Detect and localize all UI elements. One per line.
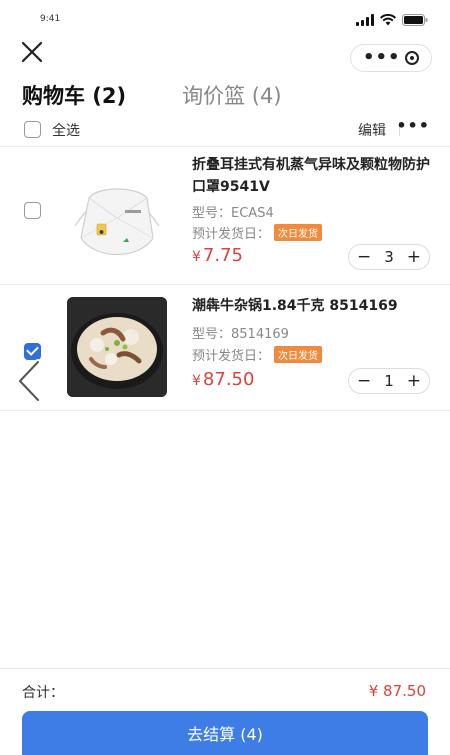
currency-symbol: ¥	[192, 249, 201, 265]
next-day-badge: 次日发货	[274, 224, 323, 241]
ship-date-label: 预计发货日：	[192, 227, 271, 242]
item-price: ¥87.50	[192, 369, 254, 390]
decrease-button[interactable]: −	[357, 247, 371, 267]
ship-date-label: 预计发货日：	[192, 349, 271, 364]
tab-inquiry-basket[interactable]: 询价篮 (4)	[182, 80, 281, 110]
quantity-value[interactable]: 3	[384, 248, 394, 266]
quantity-value[interactable]: 1	[384, 372, 394, 390]
select-all-label[interactable]: 全选	[52, 120, 80, 140]
close-target-icon[interactable]	[405, 51, 419, 65]
currency-symbol: ¥	[192, 373, 201, 389]
model-label: 型号：	[192, 206, 232, 221]
quantity-stepper: − 3 +	[348, 244, 430, 270]
mini-program-capsule: •••	[350, 44, 432, 72]
total-amount: ¥ 87.50	[368, 682, 426, 700]
item-price: ¥7.75	[192, 245, 243, 266]
increase-button[interactable]: +	[407, 247, 421, 267]
model-value: ECAS4	[231, 206, 274, 221]
more-menu-icon[interactable]: •••	[363, 49, 401, 67]
model-label: 型号：	[192, 327, 232, 342]
more-options-icon[interactable]: •••	[396, 116, 430, 135]
item-ship-date: 预计发货日： 次日发货	[192, 345, 323, 364]
model-value: 8514169	[231, 327, 289, 342]
item-title[interactable]: 潮犇牛杂锅1.84千克 8514169	[192, 295, 437, 317]
select-all-checkbox[interactable]	[24, 121, 41, 138]
divider	[0, 410, 450, 411]
price-value: 87.50	[202, 369, 255, 390]
cart-toolbar: 全选 编辑 •••	[0, 116, 450, 144]
item-model: 型号：8514169	[192, 323, 289, 342]
quantity-stepper: − 1 +	[348, 368, 430, 394]
decrease-button[interactable]: −	[357, 371, 371, 391]
status-time: 9:41	[40, 14, 61, 24]
beef-hotpot-image[interactable]	[67, 297, 167, 397]
close-icon[interactable]	[20, 40, 44, 64]
signal-icon	[356, 14, 374, 26]
next-day-badge: 次日发货	[274, 346, 323, 363]
total-label: 合计：	[22, 685, 64, 701]
price-value: 7.75	[202, 245, 243, 266]
status-icons	[356, 14, 428, 26]
checkout-button[interactable]: 去结算 (4)	[22, 711, 428, 755]
cart-tabs: 购物车 (2) 询价篮 (4)	[22, 80, 282, 110]
cart-item: 潮犇牛杂锅1.84千克 8514169 型号：8514169 预计发货日： 次日发…	[0, 285, 450, 410]
footer-divider	[0, 668, 450, 669]
wifi-icon	[380, 14, 396, 26]
item-checkbox[interactable]	[24, 202, 41, 219]
cart-item: 折叠耳挂式有机蒸气异味及颗粒物防护口罩9541V 型号：ECAS4 预计发货日：…	[0, 146, 450, 284]
chevron-left-icon[interactable]	[14, 358, 44, 404]
item-title[interactable]: 折叠耳挂式有机蒸气异味及颗粒物防护口罩9541V	[192, 154, 437, 198]
tab-cart[interactable]: 购物车 (2)	[22, 80, 126, 110]
increase-button[interactable]: +	[407, 371, 421, 391]
edit-button[interactable]: 编辑	[358, 120, 386, 140]
respirator-mask-image[interactable]	[67, 168, 167, 268]
status-bar: 9:41	[0, 0, 450, 34]
battery-icon	[402, 14, 428, 26]
item-model: 型号：ECAS4	[192, 202, 274, 221]
item-ship-date: 预计发货日： 次日发货	[192, 223, 323, 242]
